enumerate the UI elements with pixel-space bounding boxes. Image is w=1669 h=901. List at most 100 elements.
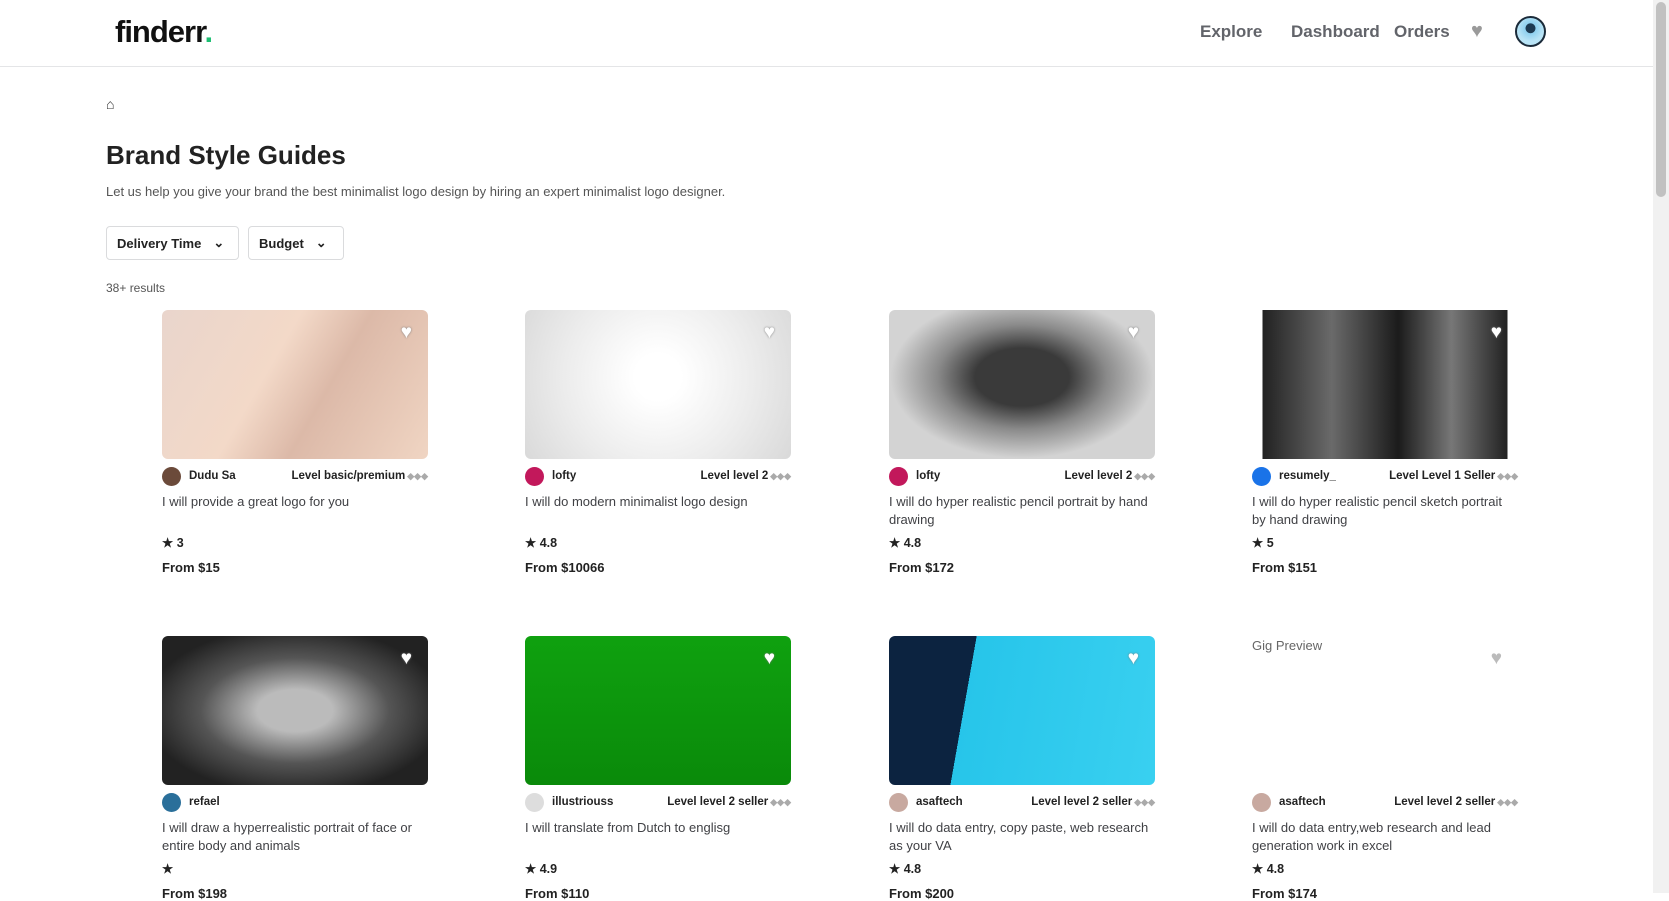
logo-text: finderr bbox=[115, 14, 205, 49]
seller-name[interactable]: refael bbox=[189, 796, 220, 808]
favorite-heart-icon[interactable]: ♥ bbox=[1128, 322, 1139, 344]
seller-level: Level level 2 seller ◆◆◆ bbox=[667, 796, 791, 808]
seller-avatar[interactable] bbox=[525, 792, 544, 812]
favorites-heart-icon[interactable]: ♥ bbox=[1471, 20, 1483, 43]
gig-rating: ★ 4.8 bbox=[889, 861, 1155, 876]
budget-filter[interactable]: Budget ⌄ bbox=[248, 226, 344, 260]
page-title: Brand Style Guides bbox=[106, 140, 346, 170]
gig-image[interactable]: ♥ bbox=[525, 636, 791, 785]
star-icon: ★ bbox=[525, 862, 537, 876]
seller-level-text: Level level 2 seller bbox=[667, 796, 769, 808]
seller-avatar[interactable] bbox=[1252, 466, 1271, 486]
seller-row: asaftech Level level 2 seller ◆◆◆ bbox=[889, 792, 1155, 812]
gig-image[interactable]: ♥ bbox=[889, 636, 1155, 785]
star-icon: ★ bbox=[162, 862, 174, 876]
user-avatar[interactable] bbox=[1515, 16, 1546, 47]
star-icon: ★ bbox=[1252, 536, 1264, 550]
star-icon: ★ bbox=[525, 536, 537, 550]
gig-title[interactable]: I will do data entry,web research and le… bbox=[1252, 819, 1518, 859]
favorite-heart-icon[interactable]: ♥ bbox=[1491, 322, 1502, 344]
gig-price: From $198 bbox=[162, 886, 228, 901]
gig-image-alt: Gig Preview bbox=[1252, 638, 1323, 653]
star-icon: ★ bbox=[889, 862, 901, 876]
gig-image[interactable]: Gig Preview ♥ bbox=[1252, 636, 1518, 785]
gig-card[interactable]: ♥ asaftech Level level 2 seller ◆◆◆ I wil… bbox=[889, 636, 1155, 901]
logo[interactable]: finderr. bbox=[115, 14, 213, 50]
gig-card[interactable]: ♥ lofty Level level 2 ◆◆◆ I will do moder… bbox=[525, 310, 791, 575]
logo-dot: . bbox=[204, 14, 213, 49]
gig-title[interactable]: I will translate from Dutch to englisg bbox=[525, 819, 791, 859]
seller-row: lofty Level level 2 ◆◆◆ bbox=[889, 466, 1155, 486]
seller-avatar[interactable] bbox=[889, 466, 908, 486]
page-subtitle: Let us help you give your brand the best… bbox=[106, 184, 726, 199]
gig-image[interactable]: ♥ bbox=[889, 310, 1155, 459]
rating-value: 4.8 bbox=[903, 862, 922, 876]
gig-title[interactable]: I will provide a great logo for you bbox=[162, 493, 428, 533]
favorite-heart-icon[interactable]: ♥ bbox=[1128, 648, 1139, 670]
seller-name[interactable]: asaftech bbox=[1279, 796, 1326, 808]
seller-row: illustriouss Level level 2 seller ◆◆◆ bbox=[525, 792, 791, 812]
gig-card[interactable]: ♥ resumely_ Level Level 1 Seller ◆◆◆ I wi… bbox=[1252, 310, 1518, 575]
top-navbar: finderr. Explore Dashboard Orders ♥ bbox=[0, 0, 1653, 67]
gig-card[interactable]: ♥ Dudu Sa Level basic/premium ◆◆◆ I will … bbox=[162, 310, 428, 575]
gig-rating: ★ 4.8 bbox=[525, 535, 791, 550]
gig-image[interactable]: ♥ bbox=[1252, 310, 1518, 459]
results-count: 38+ results bbox=[106, 281, 166, 295]
gig-title[interactable]: I will do data entry, copy paste, web re… bbox=[889, 819, 1155, 859]
delivery-time-filter[interactable]: Delivery Time ⌄ bbox=[106, 226, 239, 260]
gig-card[interactable]: ♥ illustriouss Level level 2 seller ◆◆◆ I… bbox=[525, 636, 791, 901]
rating-value: 4.8 bbox=[539, 536, 558, 550]
seller-level: Level basic/premium ◆◆◆ bbox=[291, 470, 428, 482]
nav-explore[interactable]: Explore bbox=[1200, 22, 1262, 42]
favorite-heart-icon[interactable]: ♥ bbox=[401, 648, 412, 670]
star-icon: ★ bbox=[889, 536, 901, 550]
level-diamonds-icon: ◆◆◆ bbox=[1134, 471, 1155, 481]
gig-image[interactable]: ♥ bbox=[525, 310, 791, 459]
nav-dashboard[interactable]: Dashboard bbox=[1291, 22, 1380, 42]
scrollbar-thumb[interactable] bbox=[1656, 2, 1666, 197]
seller-row: refael bbox=[162, 792, 428, 812]
favorite-heart-icon[interactable]: ♥ bbox=[1491, 648, 1502, 670]
gig-card[interactable]: ♥ lofty Level level 2 ◆◆◆ I will do hyper… bbox=[889, 310, 1155, 575]
gig-image[interactable]: ♥ bbox=[162, 636, 428, 785]
gig-title[interactable]: I will draw a hyperrealistic portrait of… bbox=[162, 819, 428, 859]
level-diamonds-icon: ◆◆◆ bbox=[770, 797, 791, 807]
home-icon[interactable]: ⌂ bbox=[106, 96, 114, 112]
seller-name[interactable]: asaftech bbox=[916, 796, 963, 808]
level-diamonds-icon: ◆◆◆ bbox=[407, 471, 428, 481]
favorite-heart-icon[interactable]: ♥ bbox=[401, 322, 412, 344]
gig-title[interactable]: I will do modern minimalist logo design bbox=[525, 493, 791, 533]
gig-title[interactable]: I will do hyper realistic pencil portrai… bbox=[889, 493, 1155, 533]
seller-avatar[interactable] bbox=[889, 792, 908, 812]
level-diamonds-icon: ◆◆◆ bbox=[1497, 797, 1518, 807]
level-diamonds-icon: ◆◆◆ bbox=[1134, 797, 1155, 807]
favorite-heart-icon[interactable]: ♥ bbox=[764, 648, 775, 670]
seller-name[interactable]: Dudu Sa bbox=[189, 470, 236, 482]
rating-value: 3 bbox=[176, 536, 184, 550]
seller-level-text: Level Level 1 Seller bbox=[1389, 470, 1496, 482]
seller-avatar[interactable] bbox=[1252, 792, 1271, 812]
seller-name[interactable]: illustriouss bbox=[552, 796, 613, 808]
gig-image[interactable]: ♥ bbox=[162, 310, 428, 459]
seller-level-text: Level level 2 bbox=[700, 470, 769, 482]
gig-card[interactable]: ♥ refael I will draw a hyperrealistic po… bbox=[162, 636, 428, 901]
seller-name[interactable]: lofty bbox=[552, 470, 576, 482]
level-diamonds-icon: ◆◆◆ bbox=[1497, 471, 1518, 481]
nav-orders[interactable]: Orders bbox=[1394, 22, 1450, 42]
rating-value: 4.9 bbox=[539, 862, 558, 876]
gig-rating: ★ 5 bbox=[1252, 535, 1518, 550]
page-scrollbar[interactable] bbox=[1653, 0, 1669, 893]
gig-card[interactable]: Gig Preview ♥ asaftech Level level 2 sel… bbox=[1252, 636, 1518, 901]
seller-name[interactable]: lofty bbox=[916, 470, 940, 482]
seller-avatar[interactable] bbox=[525, 466, 544, 486]
seller-avatar[interactable] bbox=[162, 792, 181, 812]
rating-value: 4.8 bbox=[1266, 862, 1285, 876]
seller-level: Level level 2 ◆◆◆ bbox=[1064, 470, 1155, 482]
seller-avatar[interactable] bbox=[162, 466, 181, 486]
gig-price: From $200 bbox=[889, 886, 955, 901]
seller-name[interactable]: resumely_ bbox=[1279, 470, 1336, 482]
favorite-heart-icon[interactable]: ♥ bbox=[764, 322, 775, 344]
gig-title[interactable]: I will do hyper realistic pencil sketch … bbox=[1252, 493, 1518, 533]
seller-level: Level Level 1 Seller ◆◆◆ bbox=[1389, 470, 1518, 482]
seller-level-text: Level level 2 bbox=[1064, 470, 1133, 482]
